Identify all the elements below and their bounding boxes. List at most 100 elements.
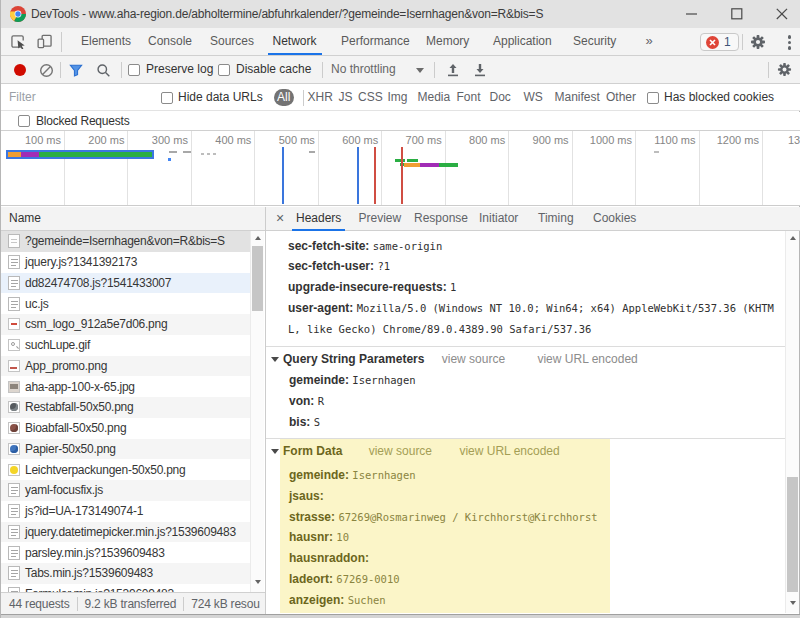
grid-line	[762, 131, 763, 205]
disclosure-triangle-icon[interactable]	[271, 357, 279, 362]
tab-sources[interactable]: Sources	[210, 28, 254, 55]
disable-cache-checkbox[interactable]	[218, 64, 230, 76]
import-har-icon[interactable]	[445, 62, 461, 78]
tab-memory[interactable]: Memory	[426, 28, 469, 55]
type-filter-css[interactable]: CSS	[358, 84, 383, 111]
time-axis-label: 1000 ms	[590, 134, 635, 146]
request-row[interactable]: js?id=UA-173149074-1	[1, 501, 250, 522]
request-row[interactable]: aha-app-100-x-65.jpg	[1, 376, 250, 397]
request-row[interactable]: jquery.datetimepicker.min.js?1539609483	[1, 522, 250, 543]
request-row[interactable]: Papier-50x50.png	[1, 439, 250, 460]
settings-gear-icon[interactable]	[750, 34, 766, 50]
tab-elements[interactable]: Elements	[81, 28, 131, 55]
type-filter-ws[interactable]: WS	[524, 84, 543, 111]
device-toolbar-icon[interactable]	[37, 34, 52, 49]
clear-requests-icon[interactable]	[39, 63, 54, 78]
request-list-scrollbar[interactable]	[250, 231, 264, 592]
param-row: jsaus:	[266, 486, 785, 507]
record-button[interactable]	[14, 64, 26, 76]
filter-funnel-icon[interactable]	[69, 63, 83, 77]
disclosure-triangle-icon[interactable]	[271, 449, 279, 454]
request-row[interactable]: Bioabfall-50x50.png	[1, 418, 250, 439]
details-tab-headers[interactable]: Headers	[296, 207, 341, 231]
type-filter-font[interactable]: Font	[457, 84, 481, 111]
search-icon[interactable]	[96, 63, 111, 78]
inspect-element-icon[interactable]	[11, 34, 26, 49]
request-row[interactable]: uc.js	[1, 293, 250, 314]
request-row[interactable]: App_promo.png	[1, 356, 250, 377]
time-axis-label: 100 ms	[25, 134, 64, 146]
type-filter-all[interactable]: All	[274, 89, 294, 106]
request-row[interactable]: csm_logo_912a5e7d06.png	[1, 314, 250, 335]
type-filter-js[interactable]: JS	[339, 84, 353, 111]
scroll-up-icon[interactable]	[255, 236, 261, 240]
tab-security[interactable]: Security	[573, 28, 616, 55]
chevron-down-icon	[416, 68, 424, 73]
request-row[interactable]: jquery.js?1341392173	[1, 252, 250, 273]
kebab-menu-icon[interactable]	[781, 34, 797, 50]
overview-request-bar	[407, 159, 418, 162]
tab-console[interactable]: Console	[148, 28, 192, 55]
close-button[interactable]	[763, 0, 800, 28]
details-tab-timing[interactable]: Timing	[538, 207, 574, 231]
more-tabs-button[interactable]: »	[637, 28, 661, 55]
throttling-dropdown[interactable]: No throttling	[331, 56, 396, 83]
preserve-log-checkbox[interactable]	[128, 64, 140, 76]
request-row[interactable]: Leichtverpackungen-50x50.png	[1, 459, 250, 480]
scroll-down-icon[interactable]	[255, 580, 261, 584]
view-source-link[interactable]: view source	[442, 352, 505, 366]
tab-application[interactable]: Application	[493, 28, 552, 55]
view-url-encoded-link[interactable]: view URL encoded	[537, 352, 637, 366]
request-row[interactable]: ?gemeinde=Isernhagen&von=R&bis=S	[1, 231, 250, 252]
type-filter-other[interactable]: Other	[606, 84, 636, 111]
network-settings-gear-icon[interactable]	[777, 62, 792, 77]
details-scrollbar[interactable]	[785, 231, 799, 613]
param-name: von:	[289, 394, 314, 408]
export-har-icon[interactable]	[472, 62, 488, 78]
view-url-encoded-link[interactable]: view URL encoded	[459, 444, 559, 458]
request-row[interactable]: Tabs.min.js?1539609483	[1, 563, 250, 584]
minimize-button[interactable]	[673, 0, 713, 28]
blocked-requests-checkbox[interactable]	[18, 115, 30, 127]
has-blocked-cookies-checkbox[interactable]	[647, 92, 659, 104]
form-data-title: Form Data	[283, 444, 342, 458]
type-filter-img[interactable]: Img	[388, 84, 408, 111]
scroll-down-icon[interactable]	[790, 601, 796, 605]
hide-data-urls-checkbox[interactable]	[161, 92, 173, 104]
details-tab-response[interactable]: Response	[414, 207, 468, 231]
filter-input[interactable]: Filter	[9, 84, 36, 111]
request-name: csm_logo_912a5e7d06.png	[25, 317, 167, 331]
type-filter-media[interactable]: Media	[418, 84, 451, 111]
request-row[interactable]: parsley.min.js?1539609483	[1, 542, 250, 563]
param-name: bis:	[289, 415, 310, 429]
tab-performance[interactable]: Performance	[341, 28, 410, 55]
request-row[interactable]: dd82474708.js?1541433007	[1, 273, 250, 294]
grid-line	[445, 131, 446, 205]
error-count-badge[interactable]: 1	[700, 33, 739, 51]
name-column-header[interactable]: Name	[1, 207, 265, 231]
script-icon	[8, 297, 20, 311]
network-overview-timeline[interactable]: 100 ms200 ms300 ms400 ms500 ms600 ms700 …	[1, 131, 800, 206]
request-row[interactable]: suchLupe.gif	[1, 335, 250, 356]
details-tab-initiator[interactable]: Initiator	[479, 207, 518, 231]
scroll-up-icon[interactable]	[790, 236, 796, 240]
type-filter-xhr[interactable]: XHR	[308, 84, 333, 111]
type-filter-manifest[interactable]: Manifest	[555, 84, 600, 111]
tab-network[interactable]: Network	[273, 28, 317, 55]
scrollbar-thumb[interactable]	[252, 246, 263, 311]
maximize-button[interactable]	[718, 0, 758, 28]
request-row[interactable]: Formular.min.js?1539609483	[1, 584, 250, 592]
resources-size: 724 kB resou	[191, 597, 259, 611]
header-value: L, like Gecko) Chrome/89.0.4389.90 Safar…	[288, 323, 591, 335]
request-name: aha-app-100-x-65.jpg	[25, 380, 135, 394]
request-row[interactable]: Restabfall-50x50.png	[1, 397, 250, 418]
scrollbar-thumb[interactable]	[787, 477, 798, 592]
request-row[interactable]: yaml-focusfix.js	[1, 480, 250, 501]
close-details-icon[interactable]: ×	[271, 207, 289, 230]
details-tab-cookies[interactable]: Cookies	[593, 207, 636, 231]
time-axis-label: 900 ms	[533, 134, 572, 146]
details-tab-preview[interactable]: Preview	[359, 207, 402, 231]
type-filter-doc[interactable]: Doc	[490, 84, 511, 111]
overview-request-bar	[395, 159, 405, 162]
view-source-link[interactable]: view source	[369, 444, 432, 458]
